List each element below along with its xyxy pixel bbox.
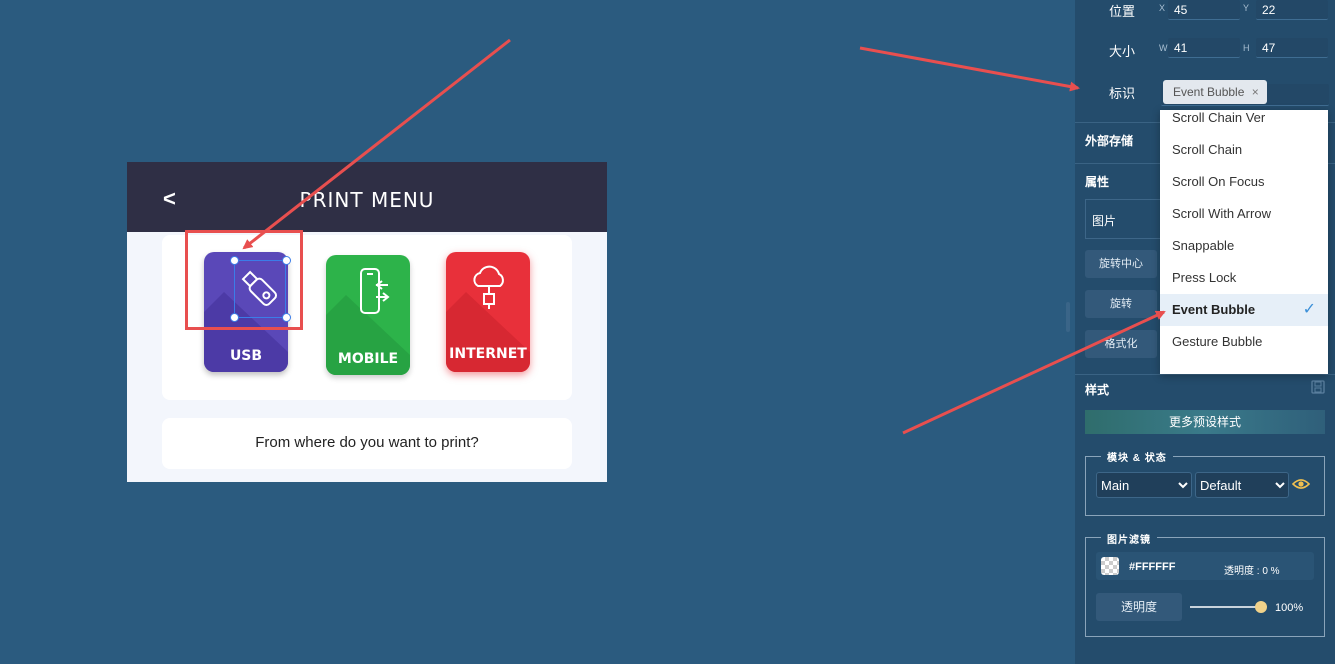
arrow-to-event-bubble xyxy=(902,310,1166,435)
arrow-to-usb xyxy=(242,38,511,250)
annotation-arrows xyxy=(242,38,1166,435)
arrow-to-identifier xyxy=(859,46,1080,92)
